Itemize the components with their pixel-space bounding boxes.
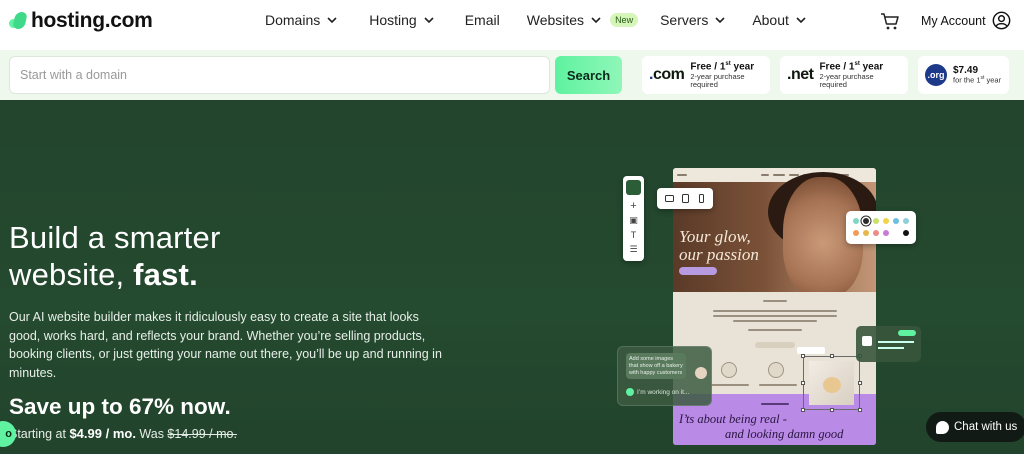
mobile-icon[interactable] [699,194,704,203]
tld-offer-org[interactable]: .org $7.49 for the 1st year [918,56,1009,94]
domain-search-input[interactable] [9,56,550,94]
tld-org-note: for the 1st year [953,75,1002,85]
nav-item-websites[interactable]: Websites New [526,12,639,28]
device-switcher [657,188,713,209]
tld-com-note: 2-year purchase required [690,72,745,89]
color-palette [846,211,916,244]
cart-icon[interactable] [880,11,900,31]
hero-title: Build a smarter website, fast. [9,220,221,292]
chevron-down-icon [424,17,434,24]
nav-item-about[interactable]: About [752,12,808,28]
user-circle-icon [992,11,1011,30]
desktop-icon[interactable] [665,195,674,202]
chevron-down-icon [591,17,601,24]
nav-item-hosting[interactable]: Hosting [369,12,435,28]
avatar [695,367,707,379]
chat-bubble-icon [936,420,949,434]
ai-status: I’m working on it... [626,388,689,396]
top-nav: hosting.com Domains Hosting Email Websit… [0,0,1024,50]
current-price: $4.99 / mo. [69,426,136,441]
selection-tag [797,347,825,354]
chat-button[interactable]: Chat with us [926,412,1024,442]
tld-com-label: .com [649,66,685,83]
hero-section: Build a smarter website, fast. Our AI we… [0,100,1024,454]
my-account-link[interactable]: My Account [921,11,1011,30]
tld-offer-com[interactable]: .com Free / 1st year 2-year purchase req… [642,56,770,94]
mockup-tagline: Your glow, our passion [679,227,759,264]
layout-icon[interactable]: ▣ [623,215,644,226]
new-badge: New [610,13,639,27]
nav-item-label: Servers [660,12,709,28]
domain-search-band: Search .com Free / 1st year 2-year purch… [0,50,1024,100]
tld-org-price: $7.49 [953,64,979,76]
search-button[interactable]: Search [555,56,622,94]
nav-item-servers[interactable]: Servers [660,12,727,28]
link-settings-card [856,326,921,362]
ai-assistant-card: Add some images that show off a bakery w… [617,346,712,406]
ai-status-icon [626,388,634,396]
chevron-down-icon [327,17,337,24]
ai-tool-icon[interactable] [626,180,641,195]
logo[interactable]: hosting.com [8,9,153,33]
logo-text: hosting.com [31,9,153,32]
nav-item-label: Email [464,12,500,28]
help-bubble-icon[interactable]: o [0,421,16,447]
hero-description: Our AI website builder makes it ridiculo… [9,310,442,380]
nav-item-domains[interactable]: Domains [265,12,339,28]
ai-message: Add some images that show off a bakery w… [626,353,686,379]
chat-label: Chat with us [954,421,1018,433]
chevron-down-icon [715,17,725,24]
builder-toolbar: + ▣ T ☰ [623,176,644,261]
tld-offer-net[interactable]: .net Free / 1st year 2-year purchase req… [780,56,908,94]
chevron-down-icon [796,17,806,24]
tld-net-note: 2-year purchase required [819,72,874,89]
logo-icon [8,11,28,31]
nav-item-email[interactable]: Email [465,12,500,28]
add-icon[interactable]: + [623,200,644,212]
old-price: $14.99 / mo. [167,427,237,441]
tablet-icon[interactable] [682,194,689,203]
selection-frame[interactable] [801,354,862,412]
database-icon[interactable]: ☰ [623,244,644,255]
account-label: My Account [921,13,986,28]
text-icon[interactable]: T [623,230,644,240]
main-menu: Domains Hosting Email Websites New Serve… [265,12,808,28]
nav-item-label: Websites [526,12,585,28]
hero-price-line: Starting at $4.99 / mo. Was $14.99 / mo. [9,426,237,441]
nav-item-label: About [752,12,789,28]
hero-save-headline: Save up to 67% now. [9,394,231,419]
nav-item-label: Domains [265,12,321,28]
nav-item-label: Hosting [369,12,417,28]
tld-net-label: .net [787,66,814,83]
mockup-purple-text: I’ts about being real - and looking damn… [679,412,844,441]
tld-org-logo: .org [925,64,947,86]
